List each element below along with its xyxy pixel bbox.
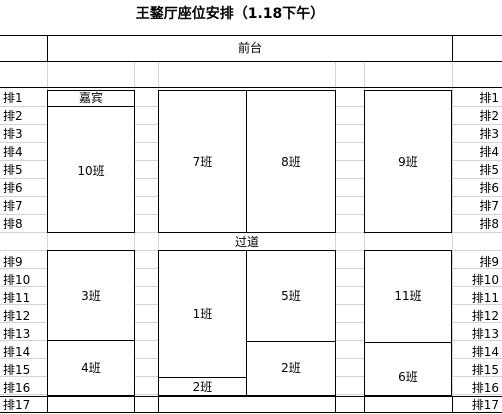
row-label-left: 排17 [3, 398, 31, 412]
row-label-right: 排9 [479, 255, 499, 269]
row-label-left: 排13 [3, 327, 31, 341]
row-label-left: 排12 [3, 309, 31, 323]
row-label-left: 排3 [3, 127, 23, 141]
row-label-left: 排7 [3, 199, 23, 213]
row-label-right: 排1 [479, 91, 499, 105]
class10-label: 10班 [77, 164, 105, 178]
seating-sheet: 王鍪厅座位安排（1.18下午） 前台 嘉宾 10班 7班 8班 9班 过道 3班… [0, 0, 502, 414]
row-label-left: 排5 [3, 163, 23, 177]
row-label-left: 排4 [3, 145, 23, 159]
aisle-label: 过道 [234, 235, 259, 249]
class1-label: 1班 [192, 307, 213, 321]
guest-divider [47, 106, 135, 107]
row-label-left: 排9 [3, 255, 23, 269]
class11-label: 11班 [394, 289, 422, 303]
row-label-right: 排7 [479, 199, 499, 213]
class3-label: 3班 [81, 289, 101, 303]
row17-v3 [158, 396, 159, 413]
class9-label: 9班 [398, 155, 418, 169]
row17-bottom-border [0, 412, 502, 413]
row-label-left: 排6 [3, 181, 23, 195]
row-label-right: 排8 [479, 217, 499, 231]
row17-v6 [452, 396, 453, 413]
guest-label: 嘉宾 [78, 91, 103, 105]
stage-bottom-border [0, 61, 502, 62]
class2b-label: 2班 [281, 361, 301, 375]
row-label-right: 排2 [479, 109, 499, 123]
block-class10 [47, 90, 135, 233]
row-label-left: 排1 [3, 91, 23, 105]
row-label-left: 排15 [3, 363, 31, 377]
row17-v5 [364, 396, 365, 413]
row-label-right: 排11 [471, 291, 499, 305]
block-class6 [364, 342, 452, 396]
row-label-left: 排11 [3, 291, 31, 305]
row-label-left: 排2 [3, 109, 23, 123]
row-label-left: 排8 [3, 217, 23, 231]
stage-label: 前台 [237, 41, 262, 55]
row-label-right: 排15 [471, 363, 499, 377]
row-label-right: 排13 [471, 327, 499, 341]
row-label-right: 排14 [471, 345, 499, 359]
grid-line [452, 62, 453, 412]
class4-label: 4班 [81, 361, 101, 375]
row17-top-border [0, 396, 502, 397]
row17-v4 [335, 396, 336, 413]
stage-top-border [0, 35, 502, 36]
row17-v2 [134, 396, 135, 413]
row-label-right: 排10 [471, 273, 499, 287]
class8-label: 8班 [281, 155, 301, 169]
row-label-right: 排4 [479, 145, 499, 159]
row-label-right: 排5 [479, 163, 499, 177]
page-title: 王鍪厅座位安排（1.18下午） [135, 6, 325, 22]
row-label-right: 排6 [479, 181, 499, 195]
row-label-right: 排3 [479, 127, 499, 141]
class2a-label: 2班 [192, 380, 213, 394]
class6-label: 6班 [398, 370, 418, 384]
row-label-right: 排16 [471, 381, 499, 395]
row-label-right: 排12 [471, 309, 499, 323]
stage-right-border [452, 35, 453, 62]
row-label-right: 排17 [471, 398, 499, 412]
class5-label: 5班 [281, 289, 301, 303]
row-label-left: 排10 [3, 273, 31, 287]
row-label-left: 排16 [3, 381, 31, 395]
section-divider [0, 87, 502, 88]
class7-label: 7班 [192, 155, 213, 169]
row-label-left: 排14 [3, 345, 31, 359]
row17-v1 [47, 396, 48, 413]
